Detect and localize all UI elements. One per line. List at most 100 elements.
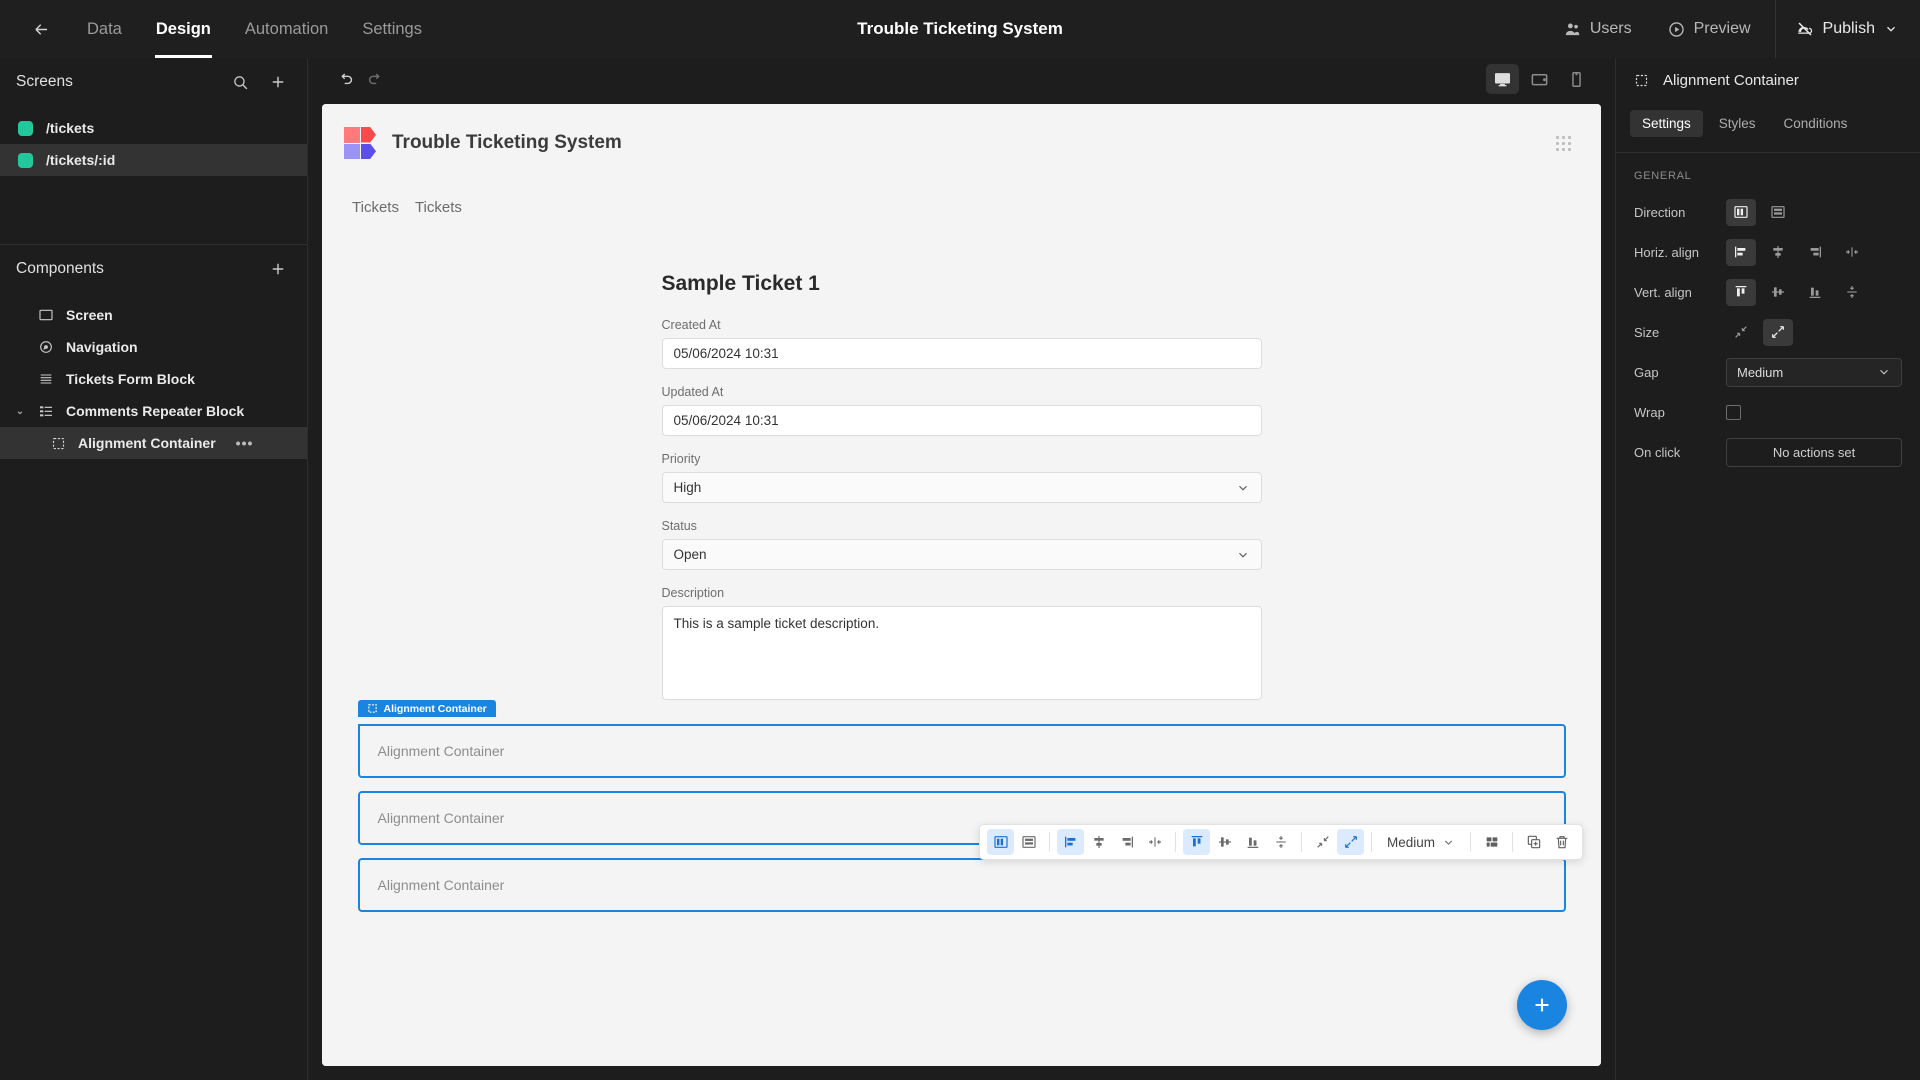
component-item-tickets-form-block[interactable]: Tickets Form Block [0,363,307,395]
logo-cell [360,127,376,143]
add-screen-plus-icon[interactable] [267,71,289,93]
ft-size-shrink-button[interactable] [1309,829,1336,855]
valign-middle-button[interactable] [1763,279,1793,306]
ft-delete-button[interactable] [1548,829,1575,855]
ft-align-center-button[interactable] [1085,829,1112,855]
users-label: Users [1589,20,1632,37]
tab-styles[interactable]: Styles [1707,110,1768,137]
priority-value: High [673,480,702,495]
tab-settings[interactable]: Settings [1630,109,1703,137]
device-tablet-button[interactable] [1523,64,1556,94]
top-nav-item-design[interactable]: Design [139,0,228,58]
align-center-button[interactable] [1763,239,1793,266]
ft-gap-select[interactable]: Medium [1379,829,1463,855]
setting-row-on-click: On click No actions set [1616,432,1920,472]
alignment-container-label: Alignment Container [377,810,505,826]
undo-icon [340,72,352,84]
size-shrink-button[interactable] [1726,319,1756,346]
users-button[interactable]: Users [1546,0,1650,58]
ft-size-grow-button[interactable] [1337,829,1364,855]
layout-icon [1486,837,1497,847]
tab-conditions[interactable]: Conditions [1772,110,1860,137]
preview-app-nav: Tickets Tickets [322,182,1601,232]
top-nav-label: Automation [244,19,329,38]
screen-item-tickets-id[interactable]: /tickets/:id [0,144,307,176]
drag-handle-icon[interactable] [1556,135,1571,151]
priority-select[interactable]: High [661,472,1262,503]
back-button[interactable] [26,14,56,44]
gap-select[interactable]: Medium [1726,357,1902,387]
align-left-button[interactable] [1726,238,1756,266]
alignment-container-box-3[interactable]: Alignment Container [357,858,1566,912]
device-desktop-button[interactable] [1486,64,1519,94]
align-center-icon [1773,246,1783,258]
ft-align-left-button[interactable] [1057,829,1084,855]
created-at-input[interactable]: 05/06/2024 10:31 [661,338,1262,369]
align-right-button[interactable] [1800,239,1830,266]
preview-nav-link-tickets-2[interactable]: Tickets [415,199,462,216]
field-label: Priority [661,452,701,466]
ft-valign-middle-button[interactable] [1211,829,1238,855]
selection-badge[interactable]: Alignment Container [357,700,496,717]
direction-vertical-button[interactable] [1763,199,1793,226]
preview-nav-link-tickets-1[interactable]: Tickets [352,199,399,216]
valign-middle-icon [1772,287,1784,297]
screen-color-dot [18,120,33,136]
ft-duplicate-button[interactable] [1520,829,1547,855]
repeater-icon [36,401,56,421]
component-label: Tickets Form Block [66,371,195,387]
ft-align-space-button[interactable] [1141,829,1168,855]
section-title-general: GENERAL [1634,170,1692,182]
add-component-plus-icon[interactable] [267,258,289,280]
search-icon[interactable] [229,71,251,93]
redo-button[interactable] [360,64,390,94]
component-item-comments-repeater-block[interactable]: ⌄ Comments Repeater Block [0,395,307,427]
align-left-icon [1735,246,1746,258]
preview-app-name: Trouble Ticketing System [392,132,622,153]
valign-stretch-button[interactable] [1837,279,1867,306]
top-nav-item-automation[interactable]: Automation [228,0,345,58]
valign-bottom-icon [1809,287,1821,298]
ft-valign-stretch-button[interactable] [1267,829,1294,855]
description-textarea[interactable]: This is a sample ticket description. [661,606,1262,700]
divider [1301,832,1302,852]
align-right-icon [1122,836,1133,848]
valign-top-button[interactable] [1726,278,1756,306]
ft-direction-horizontal-button[interactable] [987,829,1014,855]
on-click-actions-button[interactable]: No actions set [1726,437,1902,467]
expand-caret-icon[interactable]: ⌄ [14,406,26,417]
publish-button[interactable]: Publish [1782,0,1920,58]
field-description: Description This is a sample ticket desc… [661,586,1262,700]
size-grow-button[interactable] [1763,318,1793,346]
direction-vertical-icon [1021,836,1036,848]
top-nav-item-data[interactable]: Data [70,0,139,58]
status-select[interactable]: Open [661,539,1262,570]
ft-valign-bottom-button[interactable] [1239,829,1266,855]
alignment-container-label: Alignment Container [377,877,505,893]
component-item-screen[interactable]: Screen [0,299,307,331]
component-menu-icon[interactable]: ••• [236,435,254,451]
navigation-icon [36,337,56,357]
ft-valign-top-button[interactable] [1183,829,1210,855]
field-label: Updated At [661,385,724,399]
wrap-checkbox[interactable] [1726,404,1741,420]
ft-direction-vertical-button[interactable] [1015,829,1042,855]
ft-align-right-button[interactable] [1113,829,1140,855]
alignment-container-box-1[interactable]: Alignment Container [357,724,1566,778]
component-item-alignment-container[interactable]: Alignment Container ••• [0,427,307,459]
top-nav-item-settings[interactable]: Settings [345,0,439,58]
direction-horizontal-button[interactable] [1726,198,1756,226]
undo-button[interactable] [330,64,360,94]
device-mobile-button[interactable] [1560,64,1593,94]
valign-bottom-button[interactable] [1800,279,1830,306]
add-component-fab[interactable] [1517,980,1567,1030]
align-space-button[interactable] [1837,239,1867,266]
preview-button[interactable]: Preview [1650,0,1769,58]
updated-at-input[interactable]: 05/06/2024 10:31 [661,405,1262,436]
screen-item-tickets[interactable]: /tickets [0,112,307,144]
size-shrink-icon [1735,326,1747,338]
device-switcher [1486,64,1593,94]
component-item-navigation[interactable]: Navigation [0,331,307,363]
ft-layout-button[interactable] [1478,829,1505,855]
top-nav-label: Settings [362,19,422,38]
